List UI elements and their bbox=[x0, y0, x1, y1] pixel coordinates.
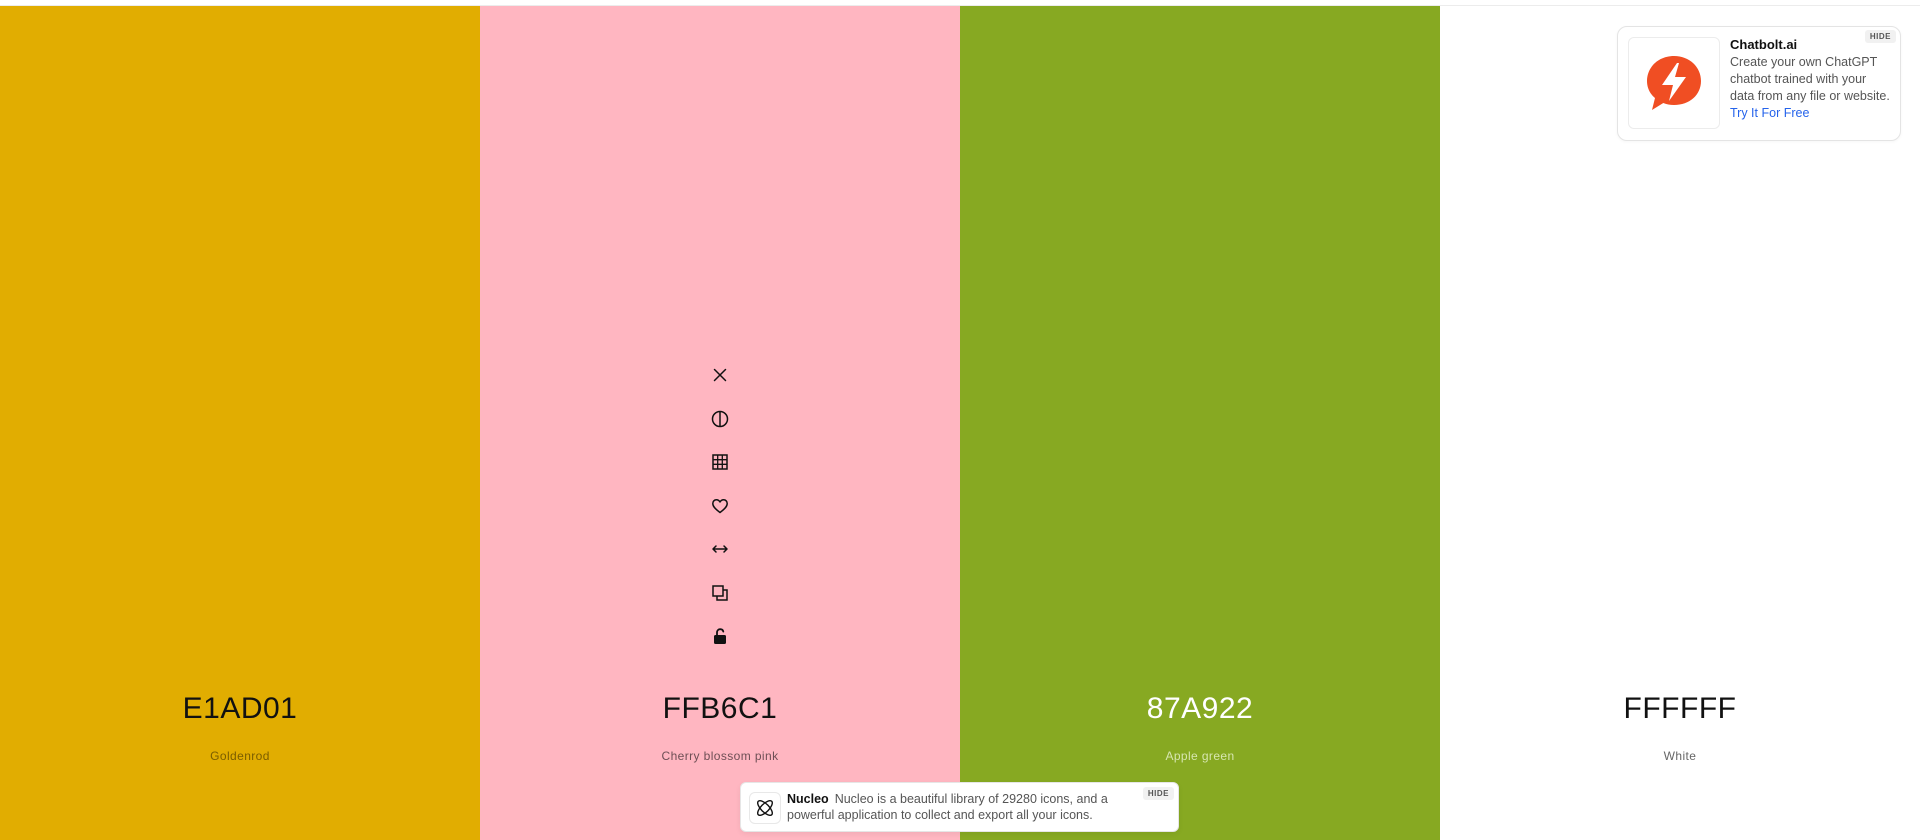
ad-text: Create your own ChatGPT chatbot trained … bbox=[1730, 54, 1890, 122]
swatch-apple-green[interactable]: 87A922 Apple green bbox=[960, 6, 1440, 840]
unlock-icon bbox=[714, 628, 726, 644]
favorite-button[interactable] bbox=[704, 490, 736, 522]
hide-banner-button[interactable]: HIDE bbox=[1142, 787, 1174, 800]
close-icon bbox=[713, 368, 727, 382]
shades-button[interactable] bbox=[704, 403, 736, 435]
promo-banner[interactable]: Nucleo Nucleo is a beautiful library of 2… bbox=[740, 782, 1179, 832]
ad-cta-link[interactable]: Try It For Free bbox=[1730, 106, 1809, 120]
view-grid-button[interactable] bbox=[704, 446, 736, 478]
grid-icon bbox=[712, 454, 728, 470]
banner-description: Nucleo is a beautiful library of 29280 i… bbox=[787, 792, 1108, 822]
heart-icon bbox=[712, 498, 728, 513]
swatch-cherry-blossom-pink[interactable]: FFB6C1 Cherry blossom pink bbox=[480, 6, 960, 840]
nucleo-logo bbox=[749, 792, 781, 824]
chatbolt-logo bbox=[1628, 37, 1720, 129]
ad-title[interactable]: Chatbolt.ai bbox=[1730, 37, 1797, 52]
contrast-icon bbox=[711, 410, 729, 427]
ad-description: Create your own ChatGPT chatbot trained … bbox=[1730, 55, 1890, 103]
hide-ad-button[interactable]: HIDE bbox=[1864, 30, 1896, 43]
copy-icon bbox=[712, 584, 728, 601]
remove-color-button[interactable] bbox=[704, 359, 736, 391]
hex-code[interactable]: FFFFFF bbox=[1440, 692, 1920, 726]
color-name: Apple green bbox=[1165, 749, 1235, 763]
banner-text: Nucleo Nucleo is a beautiful library of 2… bbox=[787, 791, 1137, 823]
color-toolbar bbox=[480, 359, 960, 664]
arrows-horizontal-icon bbox=[712, 545, 728, 553]
atom-icon bbox=[757, 800, 773, 816]
copy-hex-button[interactable] bbox=[704, 577, 736, 609]
chat-bolt-icon bbox=[1647, 56, 1701, 110]
drag-button[interactable] bbox=[704, 533, 736, 565]
color-name: Goldenrod bbox=[210, 749, 270, 763]
color-name: White bbox=[1663, 749, 1697, 763]
banner-title[interactable]: Nucleo bbox=[787, 792, 829, 806]
color-name: Cherry blossom pink bbox=[661, 749, 779, 763]
hex-code[interactable]: FFB6C1 bbox=[480, 692, 960, 726]
sponsor-ad[interactable]: Chatbolt.ai Create your own ChatGPT chat… bbox=[1617, 26, 1901, 141]
hex-code[interactable]: E1AD01 bbox=[0, 692, 480, 726]
hex-code[interactable]: 87A922 bbox=[960, 692, 1440, 726]
lock-color-button[interactable] bbox=[704, 620, 736, 652]
swatch-goldenrod[interactable]: E1AD01 Goldenrod bbox=[0, 6, 480, 840]
